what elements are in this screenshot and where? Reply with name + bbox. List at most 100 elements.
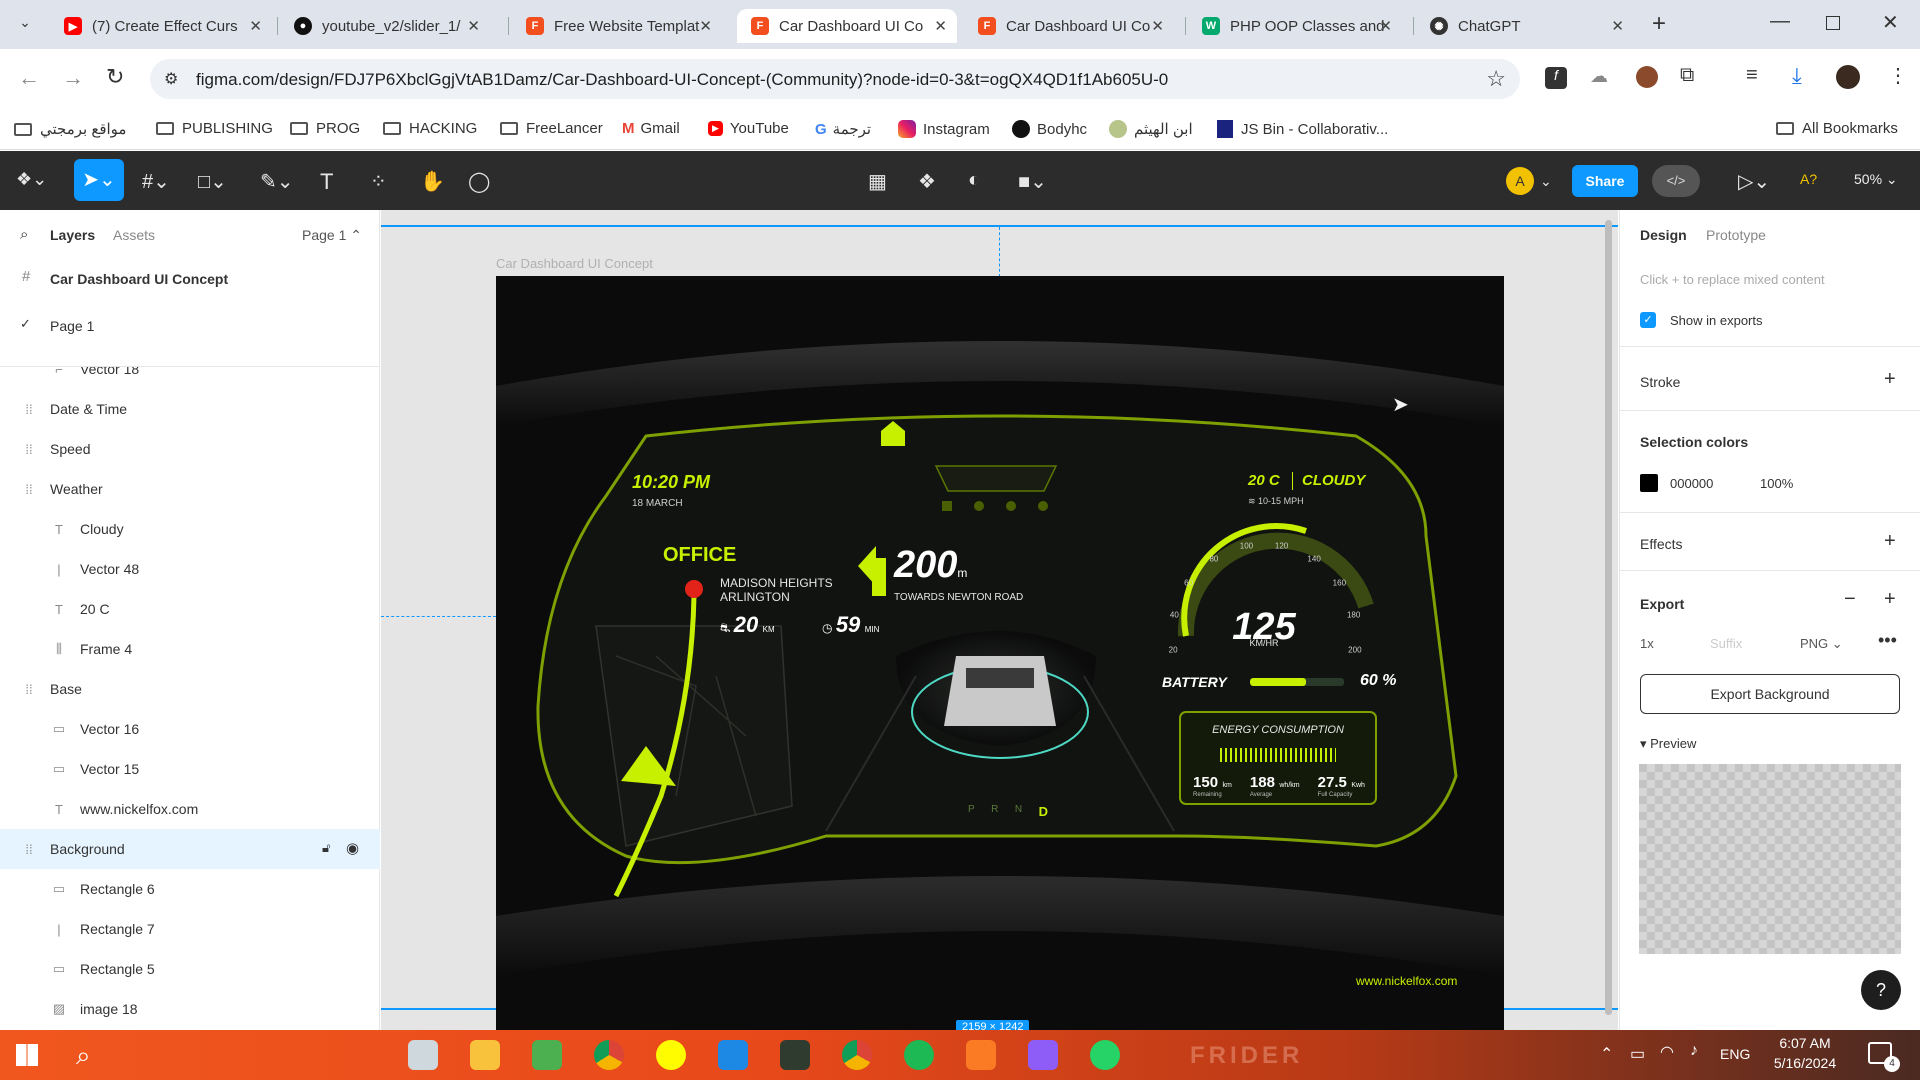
battery-icon[interactable]: ▭ (1630, 1044, 1645, 1064)
bookmark-bodyhc[interactable]: Bodyhc (1012, 120, 1087, 138)
search-icon[interactable]: ⌕ (76, 1040, 91, 1072)
music-icon[interactable] (972, 498, 986, 512)
new-tab-button[interactable]: + (1652, 10, 1666, 38)
site-info-icon[interactable]: ⚙ (164, 69, 178, 89)
color-opacity[interactable]: 100% (1760, 476, 1793, 491)
file-explorer-icon[interactable] (470, 1040, 500, 1070)
unlock-icon[interactable]: 🔓︎ (322, 840, 330, 856)
windows-start-icon[interactable] (16, 1044, 38, 1066)
bookmark-translate[interactable]: G ترجمة (815, 120, 871, 139)
extension-cookie-icon[interactable] (1636, 66, 1658, 88)
bookmark-site[interactable]: ابن الهيثم (1109, 120, 1193, 138)
export-format-select[interactable]: PNG ⌄ (1800, 636, 1843, 652)
browser-tab[interactable]: ✺ ChatGPT ✕ (1416, 9, 1634, 43)
bookmark-folder[interactable]: HACKING (383, 120, 477, 137)
frame-tool-icon[interactable]: #⌄ (142, 169, 170, 194)
omnibox[interactable]: ⚙ figma.com/design/FDJ7P6XbclGgjVtAB1Dam… (150, 59, 1520, 99)
close-tab-icon[interactable]: ✕ (1379, 17, 1392, 35)
app-icon-2[interactable] (780, 1040, 810, 1070)
present-icon[interactable]: ▷⌄ (1738, 169, 1770, 194)
mask-icon[interactable]: ◐ (968, 169, 980, 192)
clock-time[interactable]: 6:07 AM (1770, 1035, 1840, 1051)
forward-icon[interactable]: → (62, 65, 84, 91)
clock-date[interactable]: 5/16/2024 (1770, 1055, 1840, 1071)
font-warning-icon[interactable]: A? (1800, 171, 1817, 187)
frame-label[interactable]: Car Dashboard UI Concept (496, 256, 653, 271)
tab-prototype[interactable]: Prototype (1706, 227, 1766, 243)
layer-row[interactable]: ⁞⁞ Weather (0, 469, 380, 509)
layer-row[interactable]: T 20 C (0, 589, 380, 629)
close-tab-icon[interactable]: ✕ (934, 17, 947, 35)
layer-row[interactable]: | Vector 48 (0, 549, 380, 589)
close-tab-icon[interactable]: ✕ (249, 17, 262, 35)
settings-icon[interactable] (1036, 498, 1050, 512)
pen-tool-icon[interactable]: ✎⌄ (260, 169, 294, 194)
app-icon-3[interactable] (1028, 1040, 1058, 1070)
grid-icon[interactable]: ▦ (868, 169, 887, 194)
maximize-button[interactable] (1826, 16, 1840, 30)
share-button[interactable]: Share (1572, 165, 1638, 197)
layer-row[interactable]: ▭ Vector 15 (0, 749, 380, 789)
volume-icon[interactable]: ♪ (1690, 1042, 1698, 1060)
bookmark-instagram[interactable]: Instagram (898, 120, 990, 138)
close-tab-icon[interactable]: ✕ (467, 17, 480, 35)
store-icon[interactable] (532, 1040, 562, 1070)
chrome-icon[interactable] (594, 1040, 624, 1070)
figma-menu-icon[interactable]: ❖⌄ (16, 169, 47, 190)
apps-icon[interactable] (940, 498, 954, 512)
search-icon[interactable]: ⌕ (20, 226, 28, 243)
add-stroke-icon[interactable]: + (1884, 368, 1896, 391)
move-tool[interactable]: ➤⌄ (74, 159, 124, 201)
avatar[interactable]: A (1506, 167, 1534, 195)
browser-tab-active[interactable]: F Car Dashboard UI Co ✕ (737, 9, 957, 43)
media-control-icon[interactable]: ≡ (1746, 64, 1758, 87)
browser-tab[interactable]: F Car Dashboard UI Co ✕ (964, 9, 1174, 43)
whatsapp-icon[interactable] (1090, 1040, 1120, 1070)
tab-assets[interactable]: Assets (113, 227, 155, 243)
layer-row[interactable]: T Cloudy (0, 509, 380, 549)
canvas-scrollbar[interactable] (1605, 220, 1612, 1015)
resources-icon[interactable]: ⁘ (370, 169, 387, 194)
close-tab-icon[interactable]: ✕ (1611, 17, 1624, 35)
zoom-level[interactable]: 50% ⌄ (1854, 171, 1898, 188)
chrome-icon[interactable] (842, 1040, 872, 1070)
comment-tool-icon[interactable]: ◯ (468, 169, 490, 194)
export-button[interactable]: Export Background (1640, 674, 1900, 714)
layer-row[interactable]: ⌐ Vector 18 (0, 367, 380, 389)
extension-cloud-icon[interactable]: ☁ (1590, 66, 1608, 87)
add-export-icon[interactable]: + (1884, 588, 1896, 611)
rectangle-tool-icon[interactable]: □⌄ (198, 169, 227, 194)
layer-row[interactable]: Twww.nickelfox.com (0, 789, 380, 829)
tab-layers[interactable]: Layers (50, 227, 95, 243)
bookmark-youtube[interactable]: ▶ YouTube (708, 120, 789, 137)
reload-icon[interactable]: ↻ (106, 64, 124, 90)
bookmark-gmail[interactable]: M Gmail (622, 120, 680, 137)
dev-mode-toggle[interactable]: </> (1652, 165, 1700, 197)
export-suffix-input[interactable]: Suffix (1710, 636, 1742, 651)
layer-row[interactable]: ▭ Rectangle 6 (0, 869, 380, 909)
close-tab-icon[interactable]: ✕ (1151, 17, 1164, 35)
bookmark-folder[interactable]: FreeLancer (500, 120, 603, 137)
export-options-icon[interactable]: ••• (1878, 630, 1897, 651)
color-hex[interactable]: 000000 (1670, 476, 1713, 491)
bookmark-folder[interactable]: PROG (290, 120, 360, 137)
extensions-puzzle-icon[interactable]: ⧉ (1680, 64, 1694, 87)
car-dashboard-frame[interactable]: 10:20 PM 18 MARCH 20 C CLOUDY ≋ 10-15 MP… (496, 276, 1504, 1030)
boolean-icon[interactable]: ■⌄ (1018, 169, 1047, 194)
file-name[interactable]: Car Dashboard UI Concept (50, 271, 228, 287)
add-effect-icon[interactable]: + (1884, 530, 1896, 553)
layer-row[interactable]: | Rectangle 7 (0, 909, 380, 949)
layer-row[interactable]: ⫼ Frame 4 (0, 629, 380, 669)
all-bookmarks[interactable]: All Bookmarks (1776, 120, 1898, 137)
tray-chevron-icon[interactable]: ⌃ (1600, 1044, 1613, 1064)
extension-f-icon[interactable]: f (1545, 67, 1567, 89)
export-scale[interactable]: 1x (1640, 636, 1654, 651)
chrome-menu-icon[interactable]: ⋮ (1888, 63, 1908, 88)
spotify-icon[interactable] (904, 1040, 934, 1070)
tab-design[interactable]: Design (1640, 227, 1687, 243)
layer-row[interactable]: ⁞⁞ Base (0, 669, 380, 709)
text-tool-icon[interactable]: T (320, 169, 333, 195)
hand-tool-icon[interactable]: ✋ (420, 169, 445, 194)
component-icon[interactable]: ❖ (918, 169, 936, 194)
layer-row[interactable]: ⁞⁞ Background 🔓︎ ◉ (0, 829, 380, 869)
